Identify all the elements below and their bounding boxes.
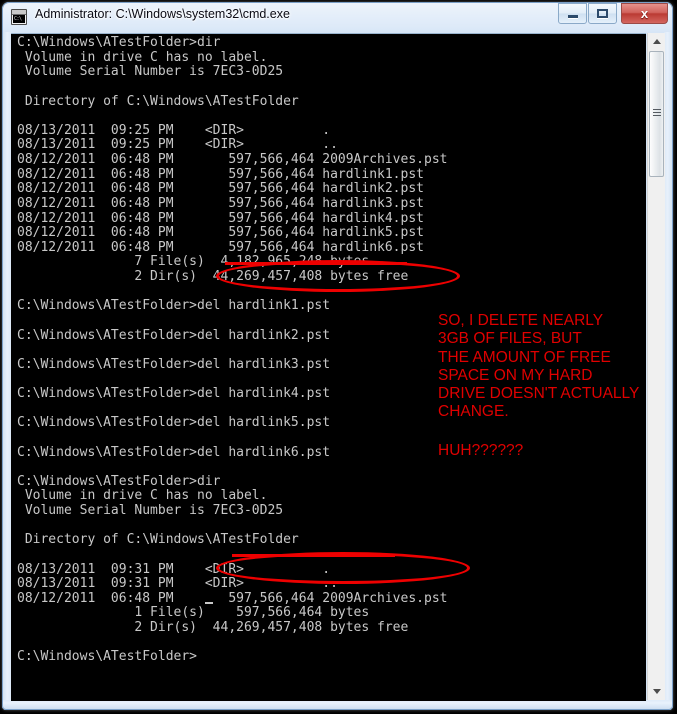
- minimize-button[interactable]: [558, 3, 587, 24]
- window-title: Administrator: C:\Windows\system32\cmd.e…: [35, 7, 290, 21]
- chevron-up-icon: [652, 39, 661, 44]
- scrollbar-thumb[interactable]: [649, 51, 664, 177]
- close-button[interactable]: x: [621, 3, 668, 24]
- maximize-button[interactable]: [588, 3, 617, 24]
- window-frame-left: [2, 32, 11, 710]
- console-output-area[interactable]: C:\Windows\ATestFolder>dir Volume in dri…: [11, 33, 646, 701]
- scroll-down-button[interactable]: [648, 683, 665, 700]
- cmd-window: C:\ Administrator: C:\Windows\system32\c…: [2, 2, 673, 710]
- close-icon: x: [640, 6, 649, 21]
- chevron-down-icon: [652, 689, 661, 694]
- window-frame-bottom: [2, 700, 673, 710]
- minimize-icon: [559, 4, 586, 23]
- vertical-scrollbar[interactable]: [647, 33, 665, 700]
- title-bar[interactable]: C:\ Administrator: C:\Windows\system32\c…: [2, 2, 673, 32]
- scroll-up-button[interactable]: [648, 33, 665, 50]
- maximize-icon: [589, 4, 616, 23]
- annotation-main-text: SO, I DELETE NEARLY 3GB OF FILES, BUT TH…: [438, 312, 640, 421]
- cmd-icon-screen: C:\: [13, 15, 25, 23]
- cmd-icon: C:\: [11, 9, 27, 25]
- window-frame-right: [664, 32, 673, 710]
- scrollbar-grip-icon: [653, 109, 661, 117]
- text-cursor: [205, 602, 213, 604]
- console-text: C:\Windows\ATestFolder>dir Volume in dri…: [17, 35, 448, 665]
- desktop-background: C:\ Administrator: C:\Windows\system32\c…: [0, 0, 677, 714]
- annotation-huh-text: HUH??????: [438, 442, 524, 459]
